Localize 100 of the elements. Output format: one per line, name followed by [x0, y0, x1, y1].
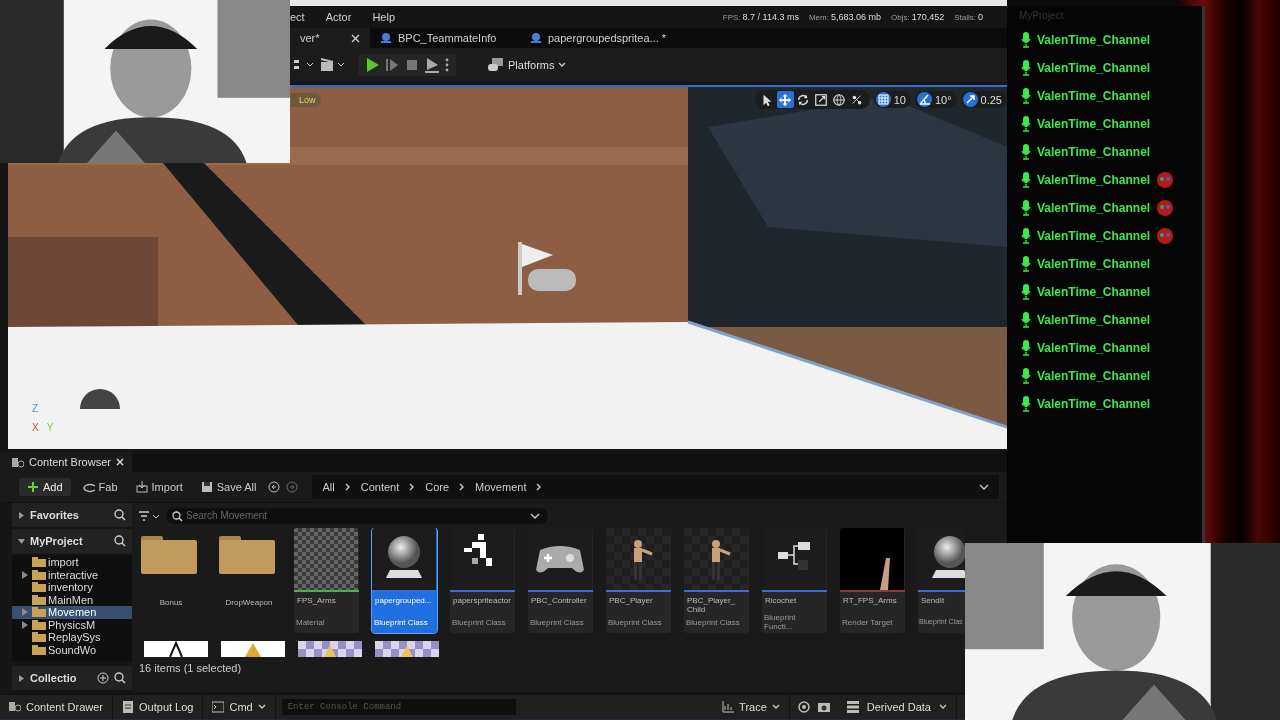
modes-icon[interactable] — [294, 58, 316, 72]
asset-tile[interactable]: paperspriteactor Blueprint Class — [450, 528, 515, 633]
panel-tab[interactable]: Content Browser — [0, 452, 132, 472]
folder-item[interactable]: MainMen — [12, 593, 132, 606]
asset-tile[interactable]: papergrouped... Blueprint Class — [372, 528, 437, 633]
clapper-icon[interactable] — [320, 58, 346, 72]
stat-label: Stalls: — [954, 13, 976, 22]
asset-name: DropWeapon — [224, 597, 274, 609]
log-icon — [122, 701, 135, 713]
breadcrumb-item[interactable]: Content — [360, 481, 400, 493]
import-button[interactable]: Import — [129, 478, 189, 496]
filter-icon[interactable] — [138, 509, 160, 522]
tab-label: ver* — [300, 32, 320, 44]
chat-username: ValenTime_Channel — [1037, 369, 1151, 383]
record-icon[interactable] — [797, 701, 810, 713]
folder-item[interactable]: interactive — [12, 568, 132, 581]
play-icon[interactable] — [364, 57, 380, 73]
asset-thumbnail[interactable] — [221, 641, 285, 657]
snap-toggle[interactable]: 10° — [914, 91, 957, 108]
microphone-icon — [1021, 228, 1031, 244]
collapsed-arrow-icon[interactable] — [22, 570, 28, 579]
chat-username: ValenTime_Channel — [1037, 201, 1151, 215]
asset-tile[interactable]: FPS_Arms Material — [294, 528, 359, 633]
section-header[interactable]: Favorites — [12, 503, 132, 527]
microphone-icon — [1021, 200, 1031, 216]
camera-icon[interactable] — [817, 701, 830, 713]
chat-username: ValenTime_Channel — [1037, 145, 1151, 159]
microphone-icon — [1021, 32, 1031, 48]
asset-thumbnail[interactable] — [144, 641, 208, 657]
collapsed-arrow-icon[interactable] — [22, 620, 28, 629]
back-icon[interactable] — [268, 481, 281, 493]
asset-tile[interactable]: DropWeapon — [216, 528, 281, 633]
document-tab[interactable]: ver* — [290, 28, 370, 48]
asset-name: SendIt — [920, 595, 946, 607]
microphone-icon — [1021, 312, 1031, 328]
folder-label: interactive — [48, 568, 99, 581]
asset-thumbnail[interactable] — [375, 641, 439, 657]
microphone-icon — [1021, 368, 1031, 384]
stat-value: 5,683.06 mb — [830, 12, 881, 22]
menu-item[interactable]: Help — [372, 11, 406, 23]
menu-item[interactable]: ect — [290, 11, 316, 23]
folder-item[interactable]: ReplaySys — [12, 631, 132, 644]
asset-tile[interactable]: RT_FPS_Arms Render Target — [840, 528, 905, 633]
caret-icon — [257, 704, 266, 710]
folder-item[interactable]: Movemen — [12, 606, 132, 619]
add-icon[interactable] — [97, 672, 109, 684]
more-icon[interactable] — [444, 57, 450, 73]
breadcrumb-item[interactable]: Core — [425, 481, 450, 493]
search-icon[interactable] — [114, 509, 126, 521]
chat-username: ValenTime_Channel — [1037, 33, 1151, 47]
asset-tile[interactable]: Bonus — [138, 528, 203, 633]
save-button[interactable]: Save All — [194, 478, 263, 496]
close-icon[interactable] — [351, 33, 360, 43]
add-button[interactable]: Add — [19, 478, 71, 496]
asset-tile[interactable]: PBC_Controller Blueprint Class — [528, 528, 593, 633]
scale-icon[interactable] — [814, 92, 829, 107]
arm-icon — [840, 528, 904, 590]
quality-badge[interactable]: Low — [291, 93, 321, 107]
globe-icon[interactable] — [832, 92, 847, 107]
asset-tile[interactable]: PBC_Player Blueprint Class — [606, 528, 671, 633]
fab-button[interactable]: Fab — [76, 478, 124, 496]
microphone-icon — [1021, 144, 1031, 160]
rotate-icon[interactable] — [796, 92, 811, 107]
folder-item[interactable]: inventory — [12, 581, 132, 594]
search-icon[interactable] — [114, 672, 126, 684]
step-icon[interactable] — [384, 57, 400, 73]
search-field[interactable]: Search Movement — [166, 507, 548, 524]
breadcrumb-item[interactable]: All — [322, 481, 335, 493]
breadcrumb-item[interactable]: Movement — [475, 481, 527, 493]
folder-item[interactable]: SoundWo — [12, 643, 132, 656]
platforms-button[interactable]: Platforms — [482, 57, 573, 73]
forward-icon[interactable] — [286, 481, 299, 493]
tab-label: BPC_TeammateInfo — [398, 32, 497, 44]
terminal-icon — [212, 701, 225, 713]
asset-thumbnail[interactable] — [298, 641, 362, 657]
close-icon[interactable] — [115, 458, 124, 466]
asset-tile[interactable]: PBC_Player_ Child Blueprint Class — [684, 528, 749, 633]
folder-item[interactable]: import — [12, 556, 132, 569]
caret-icon[interactable] — [530, 512, 540, 519]
snap-toggle[interactable]: 0.25 — [960, 91, 1007, 108]
microphone-icon — [1021, 88, 1031, 104]
microphone-icon — [1021, 284, 1031, 300]
asset-name: papergrouped... — [374, 595, 433, 607]
search-icon[interactable] — [114, 535, 126, 547]
section-header[interactable]: MyProject — [12, 529, 132, 553]
eject-icon[interactable] — [424, 57, 440, 73]
section-header[interactable]: Collectio — [12, 666, 132, 690]
asset-type: Blueprint Class — [607, 618, 663, 629]
folder-label: PhysicsM — [48, 618, 96, 631]
stop-icon[interactable] — [404, 57, 420, 73]
stat-value: 170,452 — [911, 12, 945, 22]
axis-label: Z — [32, 403, 40, 414]
console-field[interactable]: Enter Console Command — [281, 699, 516, 715]
asset-tile[interactable]: Ricochet Blueprint Functi... — [762, 528, 827, 633]
move-icon[interactable] — [778, 92, 793, 107]
folder-item[interactable]: PhysicsM — [12, 618, 132, 631]
chat-username: ValenTime_Channel — [1037, 285, 1151, 299]
figure-icon — [684, 528, 748, 590]
caret-icon[interactable] — [979, 484, 989, 490]
menu-item[interactable]: Actor — [325, 11, 363, 23]
